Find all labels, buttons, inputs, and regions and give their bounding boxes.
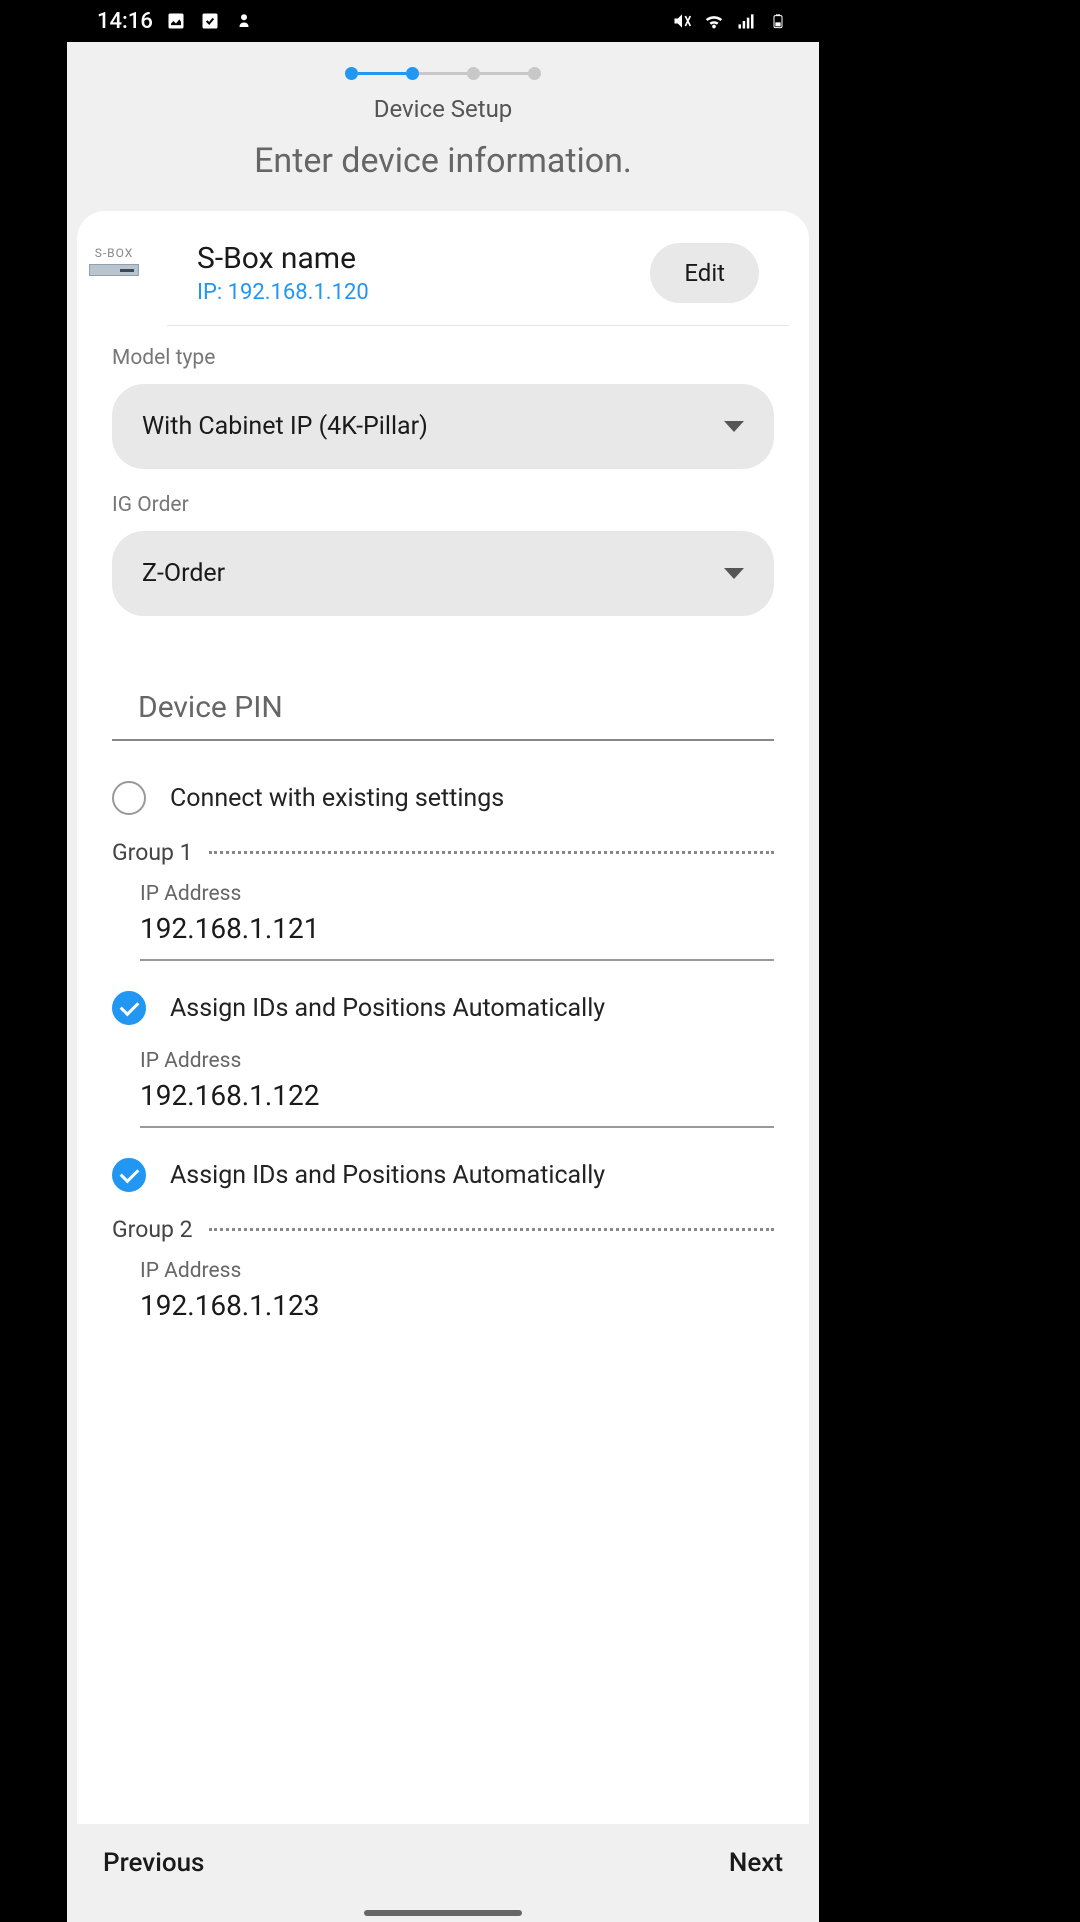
device-info: S-Box name IP: 192.168.1.120 — [197, 241, 650, 305]
group-1-header: Group 1 — [112, 839, 774, 866]
battery-icon — [767, 10, 789, 32]
ig-order-value: Z-Order — [142, 559, 225, 588]
chevron-down-icon — [724, 421, 744, 432]
app-content: Device Setup Enter device information. S… — [67, 42, 819, 1922]
step-3-dot — [467, 67, 480, 80]
ip-address-3[interactable]: 192.168.1.123 — [140, 1289, 774, 1322]
device-pin-input[interactable] — [112, 670, 774, 741]
device-icon-label: S-BOX — [89, 246, 139, 260]
next-button[interactable]: Next — [729, 1848, 783, 1878]
connect-existing-row[interactable]: Connect with existing settings — [112, 781, 774, 815]
form-section: Model type With Cabinet IP (4K-Pillar) I… — [77, 346, 809, 1322]
wifi-icon — [703, 10, 725, 32]
device-name: S-Box name — [197, 241, 650, 276]
status-bar: 14:16 — [67, 0, 819, 42]
step-line-3 — [480, 72, 528, 75]
step-1-dot — [345, 67, 358, 80]
assign-auto-checkbox-2[interactable] — [112, 1158, 146, 1192]
ig-order-select[interactable]: Z-Order — [112, 531, 774, 616]
status-left: 14:16 — [97, 9, 255, 34]
chevron-down-icon — [724, 568, 744, 579]
assign-auto-label-2: Assign IDs and Positions Automatically — [170, 1161, 605, 1190]
status-time: 14:16 — [97, 9, 153, 34]
nav-handle[interactable] — [364, 1910, 522, 1916]
ip-address-1[interactable]: 192.168.1.121 — [140, 912, 774, 961]
mute-icon — [671, 10, 693, 32]
model-type-value: With Cabinet IP (4K-Pillar) — [142, 412, 428, 441]
form-card: S-BOX S-Box name IP: 192.168.1.120 Edit … — [77, 211, 809, 1824]
edit-button[interactable]: Edit — [650, 243, 759, 303]
ip-address-2[interactable]: 192.168.1.122 — [140, 1079, 774, 1128]
device-ip: IP: 192.168.1.120 — [197, 280, 650, 305]
page-title: Enter device information. — [67, 141, 819, 181]
connect-existing-checkbox[interactable] — [112, 781, 146, 815]
check-icon — [199, 10, 221, 32]
person-icon — [233, 10, 255, 32]
step-4-dot — [528, 67, 541, 80]
stepper-label: Device Setup — [67, 95, 819, 123]
sbox-graphic — [89, 264, 139, 276]
ig-order-label: IG Order — [112, 493, 774, 517]
footer-nav: Previous Next — [67, 1824, 819, 1902]
device-header: S-BOX S-Box name IP: 192.168.1.120 Edit — [167, 241, 789, 326]
step-2-dot — [406, 67, 419, 80]
status-right — [671, 10, 789, 32]
dotted-divider — [209, 851, 774, 854]
gallery-icon — [165, 10, 187, 32]
ip-block-3: IP Address 192.168.1.123 — [112, 1259, 774, 1322]
model-type-label: Model type — [112, 346, 774, 370]
ip-address-label: IP Address — [140, 882, 774, 906]
progress-stepper — [67, 42, 819, 95]
previous-button[interactable]: Previous — [103, 1848, 204, 1878]
assign-auto-row-1[interactable]: Assign IDs and Positions Automatically — [112, 991, 774, 1025]
model-type-select[interactable]: With Cabinet IP (4K-Pillar) — [112, 384, 774, 469]
group-2-label: Group 2 — [112, 1216, 193, 1243]
ip-prefix: IP: — [197, 280, 228, 305]
ip-value: 192.168.1.120 — [228, 280, 369, 305]
phone-frame: 14:16 — [67, 0, 819, 1922]
ip-block-2: IP Address 192.168.1.122 — [112, 1049, 774, 1128]
dotted-divider — [209, 1228, 774, 1231]
ip-address-label: IP Address — [140, 1049, 774, 1073]
step-line-1 — [358, 72, 406, 75]
signal-icon — [735, 10, 757, 32]
group-1-label: Group 1 — [112, 839, 193, 866]
assign-auto-row-2[interactable]: Assign IDs and Positions Automatically — [112, 1158, 774, 1192]
ip-address-label: IP Address — [140, 1259, 774, 1283]
group-2-header: Group 2 — [112, 1216, 774, 1243]
assign-auto-checkbox-1[interactable] — [112, 991, 146, 1025]
assign-auto-label-1: Assign IDs and Positions Automatically — [170, 994, 605, 1023]
connect-existing-label: Connect with existing settings — [170, 784, 504, 813]
step-line-2 — [419, 72, 467, 75]
device-icon: S-BOX — [89, 246, 139, 276]
ip-block-1: IP Address 192.168.1.121 — [112, 882, 774, 961]
